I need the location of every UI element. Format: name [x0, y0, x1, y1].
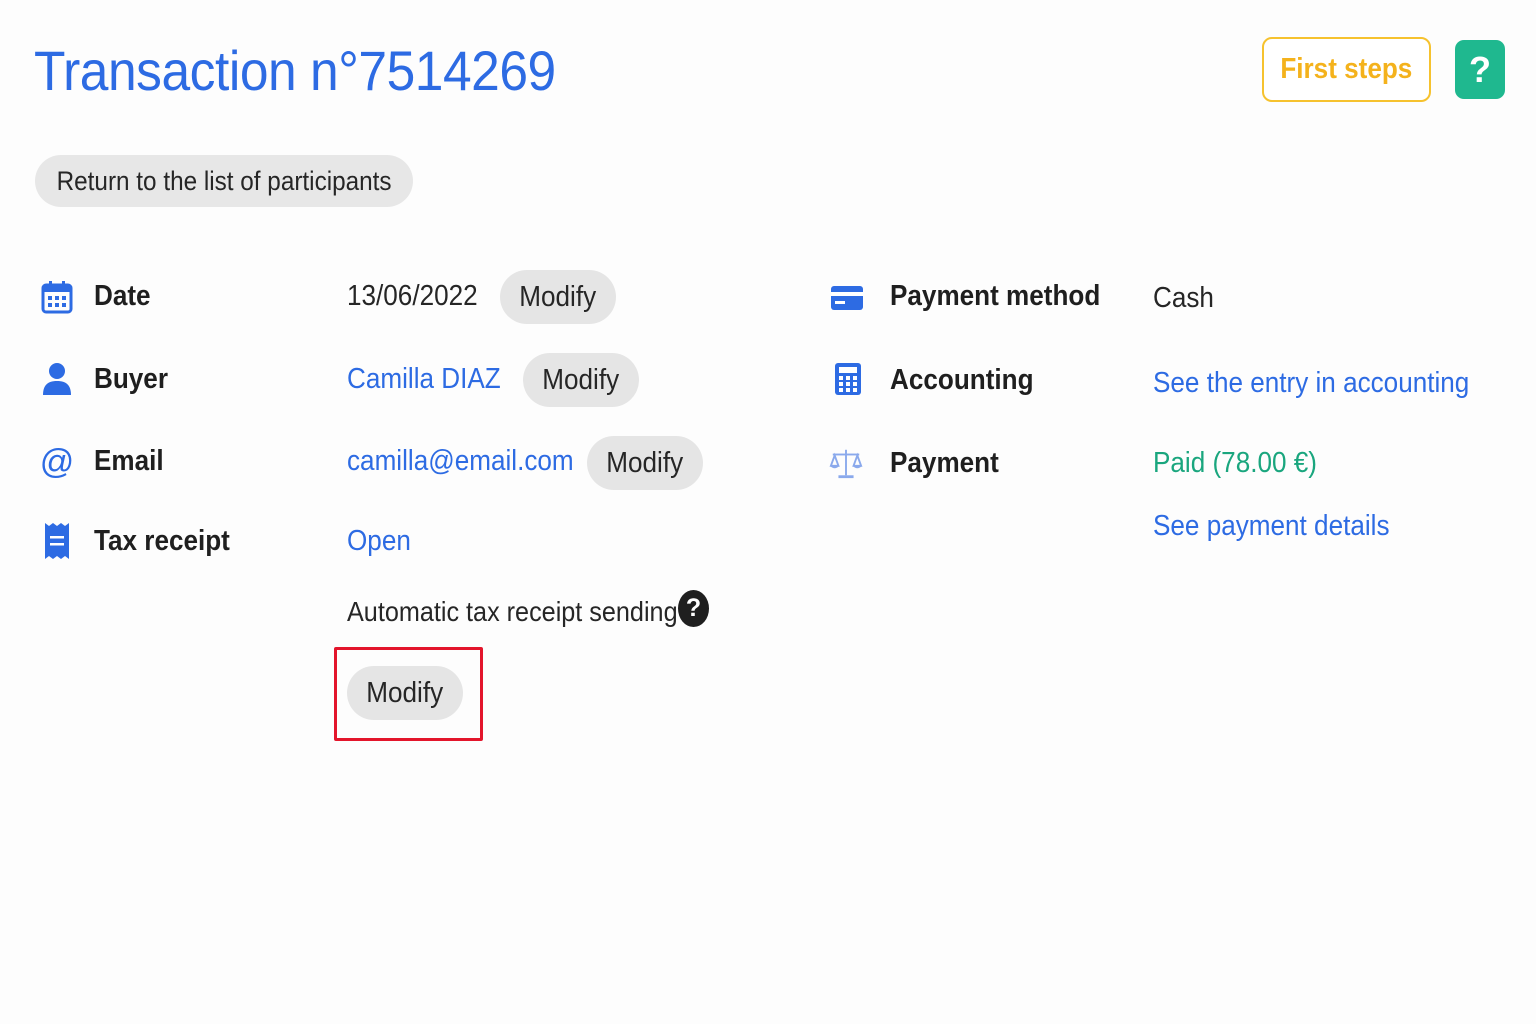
modify-email-label: Modify	[606, 446, 684, 479]
modify-date-button[interactable]: Modify	[500, 270, 616, 324]
receipt-icon	[40, 523, 74, 559]
modify-date-label: Modify	[519, 280, 597, 313]
user-icon	[40, 362, 74, 396]
page-title: Transaction n°7514269	[34, 39, 556, 102]
payment-method-label: Payment method	[890, 280, 1101, 312]
payment-details-link[interactable]: See payment details	[1153, 510, 1390, 543]
email-link[interactable]: camilla@email.com	[347, 445, 574, 478]
credit-card-icon	[830, 281, 864, 315]
buyer-link[interactable]: Camilla DIAZ	[347, 363, 501, 396]
buyer-label: Buyer	[94, 363, 168, 395]
date-value: 13/06/2022	[347, 280, 478, 312]
payment-status: Paid (78.00 €)	[1153, 447, 1317, 479]
automatic-tax-receipt-sending-text: Automatic tax receipt sending	[347, 596, 678, 627]
modify-buyer-button[interactable]: Modify	[523, 353, 639, 407]
email-label: Email	[94, 445, 164, 477]
tax-receipt-open-link[interactable]: Open	[347, 525, 411, 558]
help-button[interactable]: ?	[1455, 40, 1505, 99]
accounting-entry-link[interactable]: See the entry in accounting	[1153, 367, 1469, 400]
first-steps-label: First steps	[1280, 53, 1413, 85]
modify-tax-receipt-sending-label: Modify	[366, 676, 444, 709]
return-button-label: Return to the list of participants	[56, 165, 392, 196]
at-icon: @	[39, 442, 75, 481]
date-label: Date	[94, 280, 151, 312]
return-to-participants-button[interactable]: Return to the list of participants	[35, 155, 413, 207]
modify-email-button[interactable]: Modify	[587, 436, 703, 490]
scale-icon	[829, 446, 863, 480]
first-steps-button[interactable]: First steps	[1262, 37, 1431, 102]
question-circle-icon[interactable]: ?	[678, 590, 709, 627]
tax-receipt-label: Tax receipt	[94, 525, 230, 557]
calculator-icon	[831, 362, 865, 396]
modify-buyer-label: Modify	[542, 363, 620, 396]
accounting-label: Accounting	[890, 364, 1034, 396]
calendar-icon	[40, 280, 74, 314]
modify-tax-receipt-sending-button[interactable]: Modify	[347, 666, 463, 720]
payment-method-value: Cash	[1153, 282, 1214, 314]
payment-label: Payment	[890, 447, 999, 479]
